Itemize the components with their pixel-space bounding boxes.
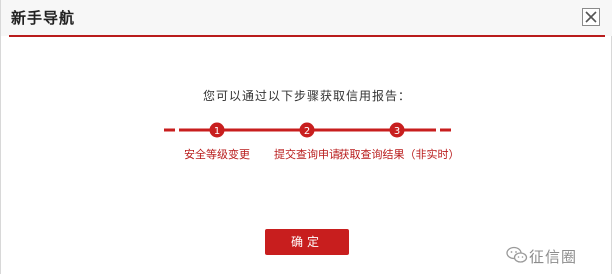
- close-icon: [585, 11, 597, 23]
- step-1-label: 安全等级变更: [184, 148, 250, 161]
- step-3-label: 获取查询结果（非实时）: [338, 148, 460, 161]
- title-divider: [9, 35, 605, 37]
- dialog-title: 新手导航: [11, 9, 76, 27]
- guide-dialog: 新手导航 您可以通过以下步骤获取信用报告： 1 2 3 安全等级变更 提交查询申…: [0, 0, 612, 274]
- close-button[interactable]: [582, 8, 600, 26]
- instruction-text: 您可以通过以下步骤获取信用报告：: [202, 89, 411, 103]
- step-2-marker: 2: [299, 122, 315, 138]
- step-2-label: 提交查询申请: [274, 148, 340, 161]
- watermark-text: 征信圈: [529, 248, 578, 266]
- steps-progress: 1 2 3: [164, 122, 451, 138]
- confirm-button[interactable]: 确定: [265, 229, 349, 255]
- step-1-number: 1: [214, 126, 220, 137]
- wechat-icon: [506, 246, 528, 263]
- dialog-titlebar: 新手导航: [1, 0, 612, 36]
- step-1-marker: 1: [209, 122, 225, 138]
- step-3-number: 3: [394, 126, 400, 137]
- step-3-marker: 3: [389, 122, 405, 138]
- step-2-number: 2: [304, 126, 310, 137]
